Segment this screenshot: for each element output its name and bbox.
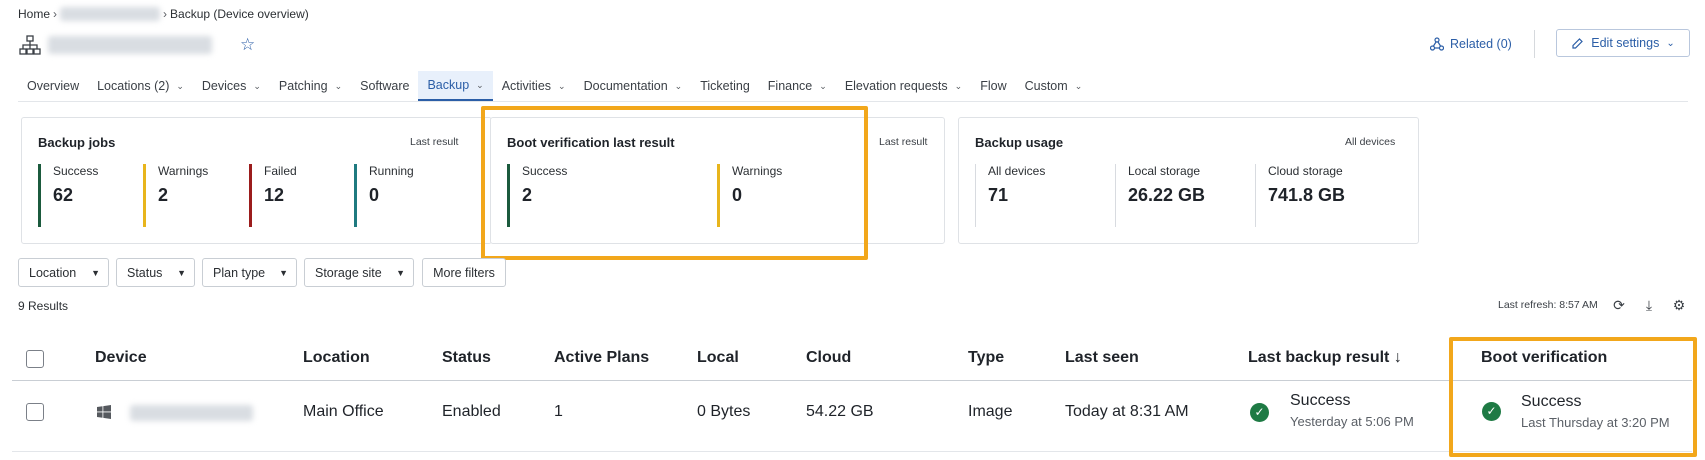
column-header-active-plans[interactable]: Active Plans: [554, 349, 649, 367]
cell-location: Main Office: [303, 403, 384, 420]
chevron-down-icon: ⌄: [334, 80, 343, 91]
tab-locations-2[interactable]: Locations (2) ⌄: [88, 71, 193, 101]
column-header-local[interactable]: Local: [697, 349, 739, 367]
filter-storage-site[interactable]: Storage site ▼: [304, 258, 414, 287]
column-header-location[interactable]: Location: [303, 349, 370, 367]
metric-failed[interactable]: Failed 12: [249, 164, 297, 227]
card-title: Backup jobs: [38, 135, 116, 150]
column-header-cloud[interactable]: Cloud: [806, 349, 851, 367]
metric-running[interactable]: Running 0: [354, 164, 414, 227]
column-header-device[interactable]: Device: [95, 349, 147, 367]
column-header-type[interactable]: Type: [968, 349, 1004, 367]
boot-verification-column-highlight: [1449, 337, 1697, 457]
chevron-down-icon: ⌄: [476, 79, 484, 90]
cell-last-seen: Today at 8:31 AM: [1065, 403, 1189, 420]
edit-settings-label: Edit settings: [1591, 36, 1660, 50]
tab-activities[interactable]: Activities ⌄: [493, 71, 575, 101]
tabs-divider: [18, 101, 1688, 102]
breadcrumb-home-link[interactable]: Home: [18, 7, 50, 21]
filter-plan-type[interactable]: Plan type ▼: [202, 258, 297, 287]
chevron-down-icon: ⌄: [1666, 37, 1675, 49]
header-divider: [1534, 30, 1535, 58]
chevron-down-icon: ⌄: [176, 80, 184, 91]
card-title: Backup usage: [975, 135, 1064, 150]
table-row-divider: [12, 451, 1692, 452]
breadcrumb-current: Backup (Device overview): [170, 7, 309, 21]
tab-devices[interactable]: Devices ⌄: [193, 71, 270, 101]
last-refresh: Last refresh: 8:57 AM: [1498, 299, 1598, 311]
chevron-down-icon: ⌄: [558, 80, 566, 91]
metric-success[interactable]: Success 62: [38, 164, 98, 227]
cell-local: 0 Bytes: [697, 403, 751, 420]
chevron-down-icon: ⌄: [819, 80, 827, 91]
select-all-checkbox[interactable]: [26, 350, 44, 368]
related-icon: [1430, 37, 1444, 51]
refresh-icon[interactable]: ⟳: [1611, 297, 1627, 313]
card-note: Last result: [410, 136, 459, 148]
filter-status[interactable]: Status ▼: [116, 258, 195, 287]
cell-cloud: 54.22 GB: [806, 403, 874, 420]
metric-local-storage[interactable]: Local storage 26.22 GB: [1115, 164, 1205, 227]
device-name-redacted[interactable]: [130, 405, 253, 421]
tab-bar: Overview Locations (2) ⌄ Devices ⌄ Patching ⌄ S…: [18, 71, 1091, 101]
tab-overview[interactable]: Overview: [18, 71, 88, 101]
tab-elevation-requests[interactable]: Elevation requests ⌄: [836, 71, 971, 101]
tab-backup[interactable]: Backup ⌄: [418, 71, 493, 101]
related-button[interactable]: Related (0): [1430, 37, 1512, 51]
backup-usage-card: Backup usage All devices All devices 71 …: [958, 117, 1419, 244]
download-icon[interactable]: ⤓: [1641, 297, 1657, 313]
cell-type: Image: [968, 403, 1013, 420]
results-count: 9 Results: [18, 299, 69, 313]
success-check-icon: ✓: [1250, 403, 1269, 422]
column-header-status[interactable]: Status: [442, 349, 491, 367]
related-label: Related (0): [1450, 37, 1512, 51]
settings-gear-icon[interactable]: ⚙: [1671, 297, 1687, 313]
breadcrumb: Home › › Backup (Device overview): [18, 7, 309, 21]
tab-flow[interactable]: Flow: [971, 71, 1015, 101]
column-header-last-seen[interactable]: Last seen: [1065, 349, 1139, 367]
org-chart-icon: [19, 35, 41, 55]
metric-cloud-storage[interactable]: Cloud storage 741.8 GB: [1255, 164, 1345, 227]
page-title-redacted: [48, 36, 212, 54]
chevron-down-icon: ⌄: [674, 80, 683, 91]
tab-patching[interactable]: Patching ⌄: [270, 71, 351, 101]
breadcrumb-redacted-link[interactable]: [60, 7, 161, 21]
chevron-down-icon: ⌄: [954, 80, 963, 91]
caret-down-icon: ▼: [177, 267, 186, 278]
column-header-last-backup-result[interactable]: Last backup result ↓: [1248, 349, 1402, 367]
row-checkbox[interactable]: [26, 403, 44, 421]
tab-finance[interactable]: Finance ⌄: [759, 71, 836, 101]
card-note: All devices: [1345, 136, 1396, 148]
card-note: Last result: [879, 136, 928, 148]
caret-down-icon: ▼: [396, 267, 405, 278]
favorite-star-icon[interactable]: ☆: [240, 36, 256, 53]
metric-all-devices[interactable]: All devices 71: [975, 164, 1045, 227]
tab-software[interactable]: Software: [351, 71, 418, 101]
caret-down-icon: ▼: [279, 267, 288, 278]
edit-icon: [1572, 37, 1584, 49]
filter-location[interactable]: Location ▼: [18, 258, 109, 287]
cell-status: Enabled: [442, 403, 501, 420]
chevron-down-icon: ⌄: [253, 80, 261, 91]
backup-jobs-card: Backup jobs Last result Success 62 Warni…: [21, 117, 492, 244]
tab-custom[interactable]: Custom ⌄: [1016, 71, 1092, 101]
cell-active-plans: 1: [554, 403, 563, 420]
cell-last-backup-result: Success Yesterday at 5:06 PM: [1290, 392, 1414, 429]
windows-icon: [97, 405, 111, 419]
tab-documentation[interactable]: Documentation ⌄: [575, 71, 692, 101]
caret-down-icon: ▼: [91, 267, 100, 278]
more-filters-button[interactable]: More filters: [422, 258, 506, 287]
chevron-down-icon: ⌄: [1074, 80, 1083, 91]
boot-verification-card-highlight: [481, 106, 868, 260]
edit-settings-button[interactable]: Edit settings ⌄: [1556, 29, 1690, 57]
table-header-divider: [12, 380, 1692, 381]
metric-warnings[interactable]: Warnings 2: [143, 164, 208, 227]
tab-ticketing[interactable]: Ticketing: [691, 71, 759, 101]
